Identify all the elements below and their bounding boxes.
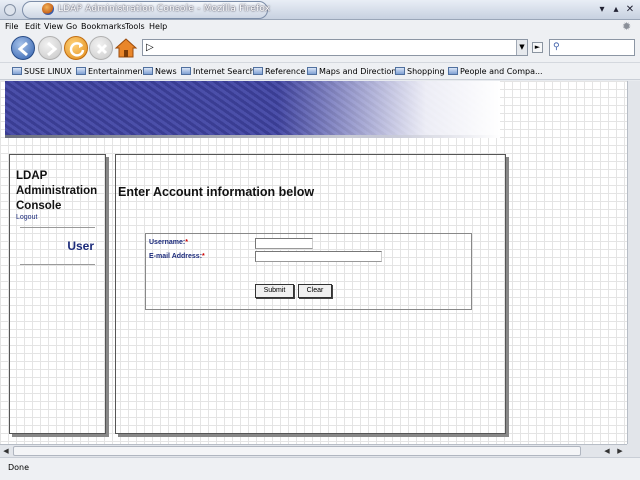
reload-button[interactable]: [64, 36, 88, 60]
back-icon: [17, 41, 28, 57]
menubar: File Edit View Go Bookmarks Tools Help ✹: [0, 20, 640, 33]
home-icon: [114, 38, 138, 58]
bookmark-news[interactable]: News: [143, 67, 177, 76]
navigation-toolbar: ▷ ▼ ► ⚲: [0, 33, 640, 63]
url-input[interactable]: [159, 41, 509, 54]
bookmark-internet-search[interactable]: Internet Search: [181, 67, 255, 76]
bookmark-folder-icon: [448, 67, 458, 75]
maximize-icon[interactable]: ▴: [610, 4, 622, 16]
username-label: Username:*: [149, 239, 188, 246]
go-icon[interactable]: ►: [532, 42, 543, 53]
menu-file[interactable]: File: [5, 22, 18, 31]
logout-link[interactable]: Logout: [16, 214, 37, 221]
close-icon[interactable]: ✕: [624, 4, 636, 16]
page-content: LDAP Administration Console Logout User …: [0, 81, 627, 444]
scroll-left-icon[interactable]: ◀: [601, 445, 613, 457]
bookmark-people-and-companies[interactable]: People and Compa...: [448, 67, 543, 76]
bookmark-folder-icon: [143, 67, 153, 75]
status-text: Done: [8, 463, 30, 472]
bookmark-folder-icon: [253, 67, 263, 75]
stop-button[interactable]: [89, 36, 113, 60]
bookmark-entertainment[interactable]: Entertainment: [76, 67, 146, 76]
menu-edit[interactable]: Edit: [25, 22, 41, 31]
scroll-left-icon[interactable]: ◀: [0, 445, 12, 457]
bookmark-folder-icon: [307, 67, 317, 75]
sidebar-panel: LDAP Administration Console Logout User: [9, 154, 106, 434]
page-title: Enter Account information below: [118, 185, 315, 199]
header-banner: [5, 81, 500, 138]
reload-icon: [69, 42, 85, 57]
bookmark-folder-icon: [395, 67, 405, 75]
scroll-right-icon[interactable]: ▶: [614, 445, 626, 457]
bookmarks-toolbar: SUSE LINUX Entertainment News Internet S…: [0, 63, 640, 80]
account-form: Username:* E-mail Address:* Submit Clear: [145, 233, 472, 310]
bookmark-folder-icon: [76, 67, 86, 75]
sidebar-divider: [20, 227, 95, 228]
app-title-line: LDAP: [16, 170, 48, 182]
firefox-icon: [42, 3, 54, 15]
app-title: LDAP Administration Console: [16, 169, 106, 214]
bookmark-maps-and-directions[interactable]: Maps and Directions: [307, 67, 401, 76]
horizontal-scrollbar[interactable]: ◀ ◀ ▶: [0, 444, 627, 457]
required-marker: *: [185, 239, 188, 246]
bookmark-reference[interactable]: Reference: [253, 67, 305, 76]
email-field[interactable]: [255, 251, 382, 262]
email-label: E-mail Address:*: [149, 253, 205, 260]
window-title: LDAP Administration Console - Mozilla Fi…: [58, 4, 271, 14]
home-button[interactable]: [114, 37, 138, 59]
app-title-line: Console: [16, 200, 62, 212]
menu-go[interactable]: Go: [66, 22, 77, 31]
site-favicon-icon: ▷: [146, 42, 154, 53]
submit-button[interactable]: Submit: [255, 284, 294, 298]
required-marker: *: [202, 253, 205, 260]
window-menu-icon[interactable]: [4, 4, 16, 16]
menu-view[interactable]: View: [44, 22, 63, 31]
app-title-line: Administration: [16, 185, 98, 197]
menu-help[interactable]: Help: [149, 22, 167, 31]
main-panel: Enter Account information below Username…: [115, 154, 506, 434]
vertical-scrollbar[interactable]: [627, 81, 640, 444]
bookmark-folder-icon: [181, 67, 191, 75]
minimize-icon[interactable]: ▾: [596, 4, 608, 16]
menu-tools[interactable]: Tools: [125, 22, 145, 31]
clear-button[interactable]: Clear: [298, 284, 332, 298]
sidebar-item-user[interactable]: User: [67, 239, 94, 253]
url-dropdown-button[interactable]: ▼: [516, 40, 527, 55]
bookmark-folder-icon: [12, 67, 22, 75]
bookmark-suse-linux[interactable]: SUSE LINUX: [12, 67, 72, 76]
back-button[interactable]: [11, 36, 35, 60]
forward-icon: [47, 41, 58, 57]
username-field[interactable]: [255, 238, 313, 249]
sidebar-divider: [20, 264, 95, 265]
window-titlebar[interactable]: LDAP Administration Console - Mozilla Fi…: [0, 0, 640, 20]
horizontal-scroll-thumb[interactable]: [13, 446, 581, 456]
forward-button[interactable]: [38, 36, 62, 60]
stop-icon: [96, 43, 108, 55]
banner-divider: [5, 135, 500, 138]
search-icon[interactable]: ⚲: [553, 42, 560, 52]
search-box[interactable]: ⚲: [549, 39, 635, 56]
bookmark-shopping[interactable]: Shopping: [395, 67, 445, 76]
scrollbar-corner: [627, 444, 640, 457]
status-bar: Done: [0, 457, 640, 480]
menu-bookmarks[interactable]: Bookmarks: [81, 22, 126, 31]
throbber-icon: ✹: [622, 20, 632, 33]
url-bar[interactable]: ▷ ▼: [142, 39, 528, 56]
